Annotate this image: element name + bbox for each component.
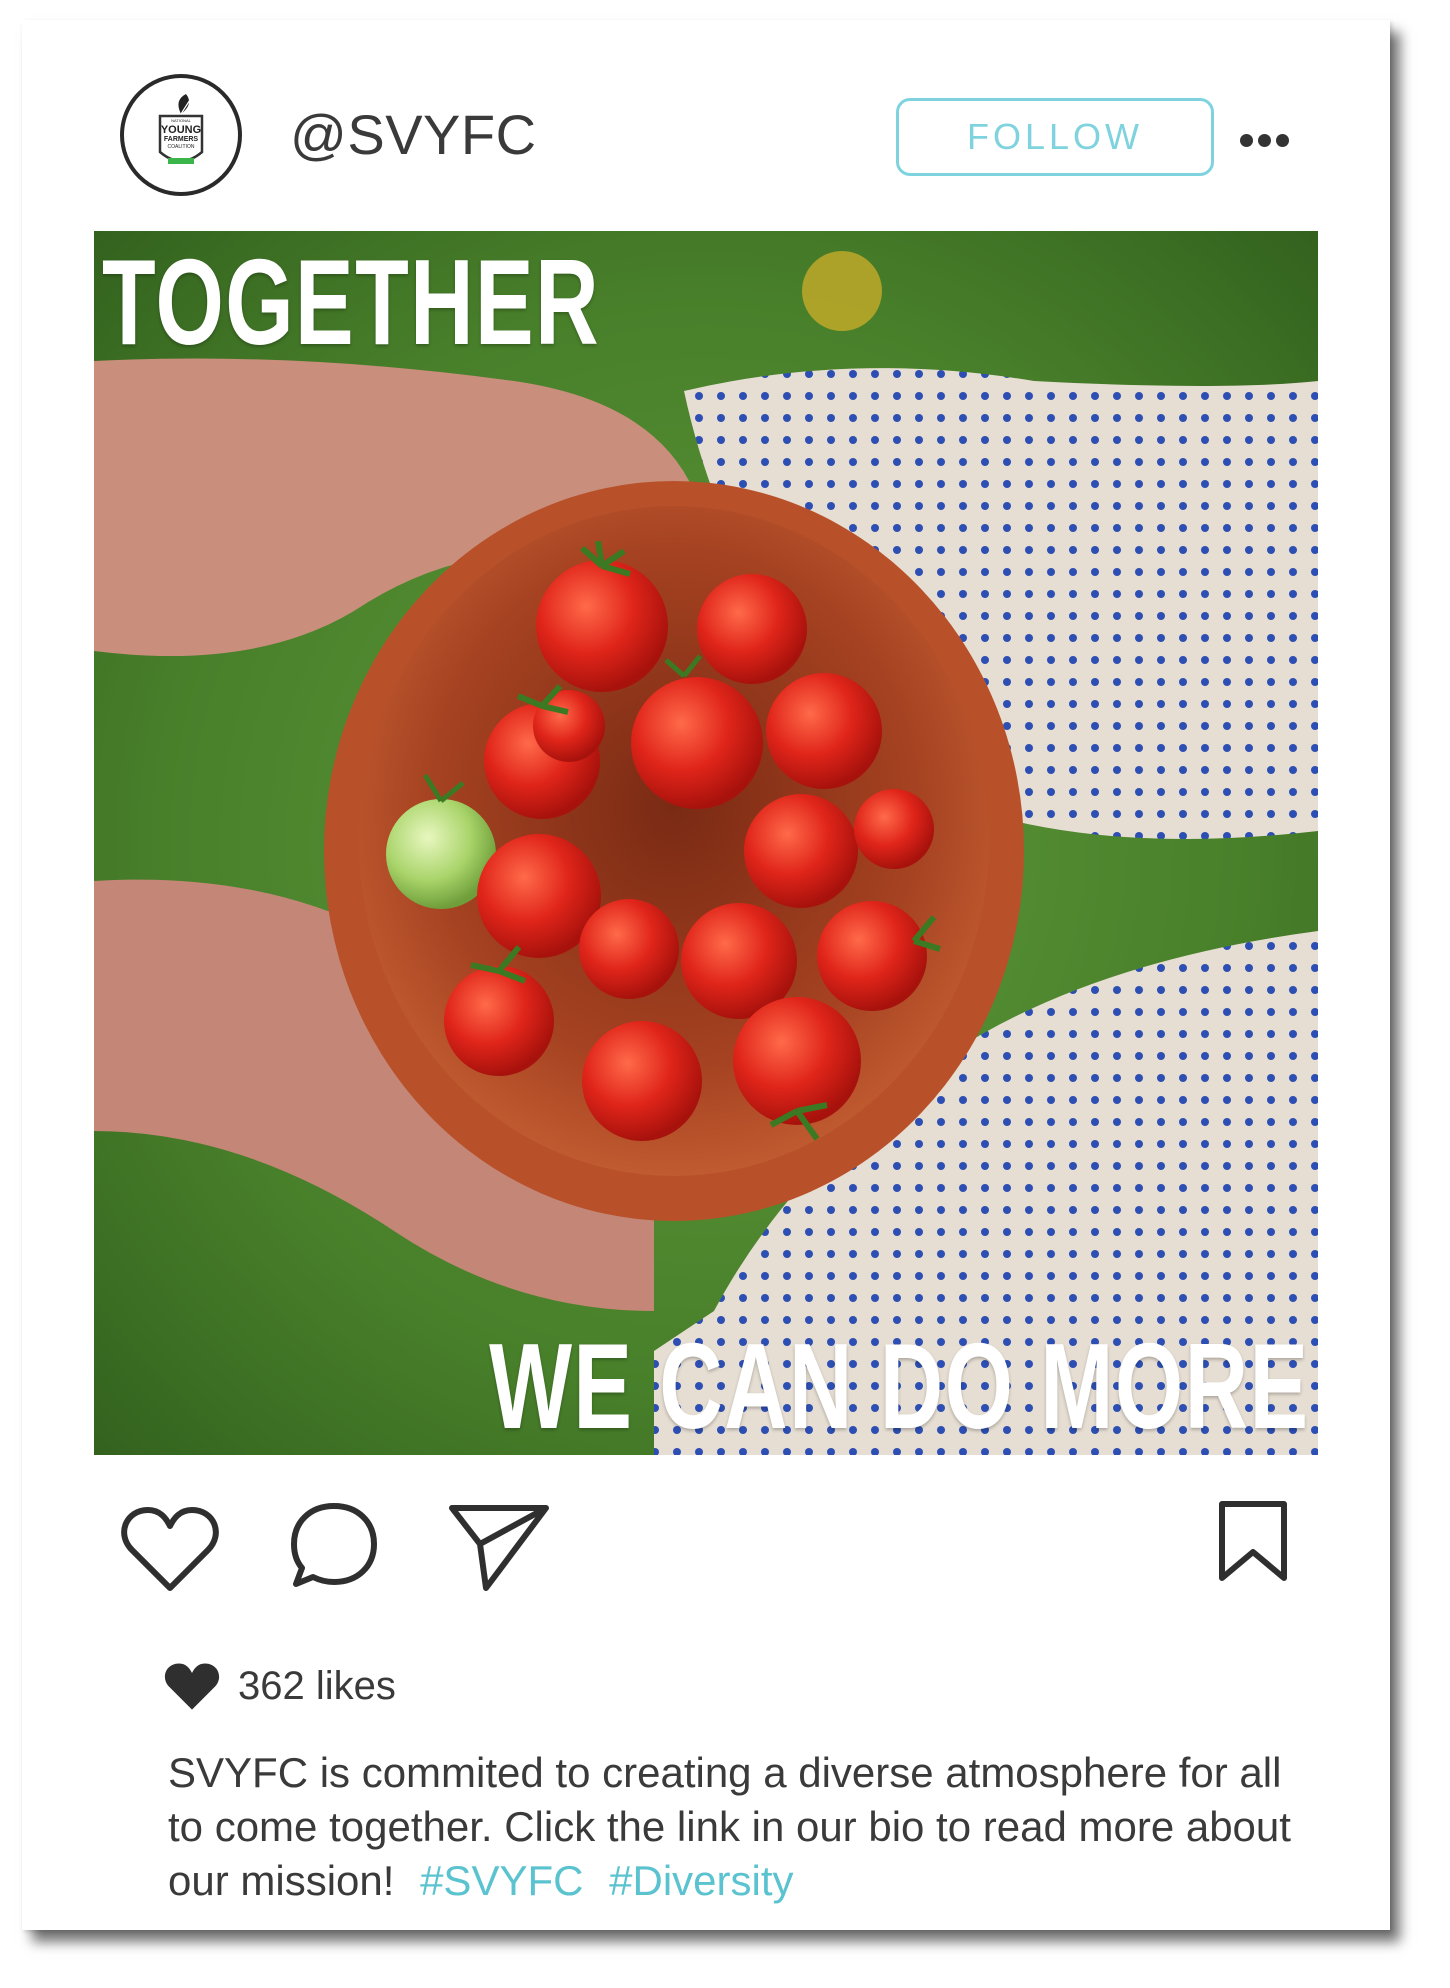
- share-button[interactable]: [446, 1498, 552, 1599]
- post-card: NATIONAL YOUNG FARMERS COALITION @SVYFC …: [22, 20, 1390, 1930]
- post-photo: TOGETHER WE CAN DO MORE: [94, 231, 1318, 1455]
- heart-filled-icon: [164, 1663, 220, 1710]
- logo-line-1: NATIONAL: [171, 118, 191, 123]
- heart-outline-icon: [121, 1507, 219, 1591]
- like-button[interactable]: [120, 1504, 220, 1599]
- follow-button[interactable]: FOLLOW: [896, 98, 1214, 176]
- headline-top: TOGETHER: [102, 234, 600, 370]
- logo-line-3: FARMERS: [164, 136, 199, 143]
- likes-count[interactable]: 362 likes: [238, 1664, 396, 1709]
- logo-line-2: YOUNG: [161, 124, 201, 136]
- avatar[interactable]: NATIONAL YOUNG FARMERS COALITION: [120, 74, 242, 196]
- hashtag-link[interactable]: #SVYFC: [420, 1857, 583, 1904]
- post-caption: SVYFC is commited to creating a diverse …: [168, 1746, 1318, 1908]
- headline-bottom: WE CAN DO MORE: [489, 1318, 1310, 1454]
- paper-plane-icon: [449, 1505, 549, 1591]
- save-button[interactable]: [1216, 1500, 1290, 1589]
- hashtag-link[interactable]: #Diversity: [609, 1857, 793, 1904]
- bookmark-icon: [1219, 1501, 1287, 1581]
- speech-bubble-icon: [291, 1503, 377, 1587]
- ellipsis-icon[interactable]: [1240, 134, 1294, 152]
- comment-button[interactable]: [286, 1498, 382, 1599]
- tomato-bowl-image: [94, 231, 1318, 1455]
- likes-row: 362 likes: [162, 1660, 396, 1712]
- nyfc-logo: NATIONAL YOUNG FARMERS COALITION: [158, 94, 204, 164]
- account-handle[interactable]: @SVYFC: [290, 102, 537, 167]
- logo-line-4: COALITION: [168, 144, 195, 150]
